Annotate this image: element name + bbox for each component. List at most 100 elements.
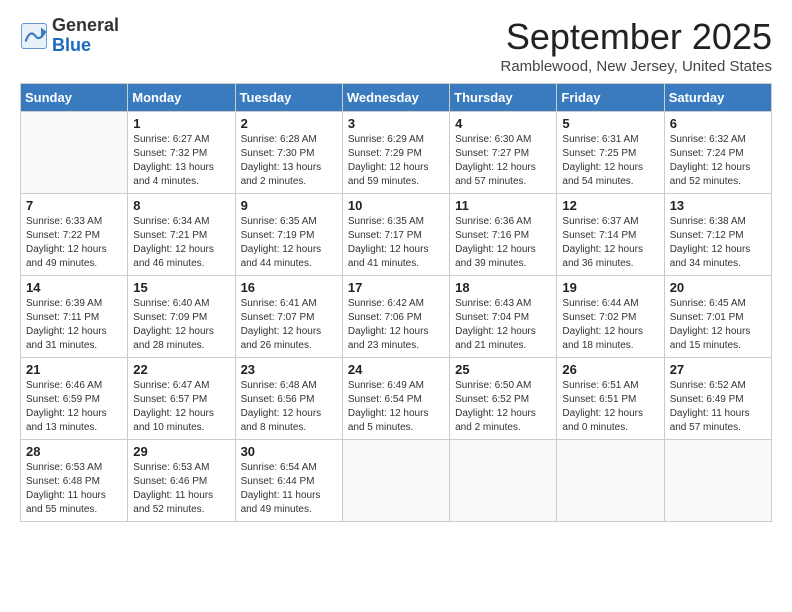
day-number: 30 <box>241 444 337 459</box>
day-info: Sunrise: 6:46 AM Sunset: 6:59 PM Dayligh… <box>26 379 122 435</box>
calendar-cell: 5 Sunrise: 6:31 AM Sunset: 7:25 PM Daylig… <box>557 112 664 194</box>
calendar-cell: 17 Sunrise: 6:42 AM Sunset: 7:06 PM Dayli… <box>342 276 449 358</box>
calendar-week-row: 21Sunrise: 6:46 AM Sunset: 6:59 PM Dayli… <box>21 358 772 440</box>
calendar-cell: 21Sunrise: 6:46 AM Sunset: 6:59 PM Dayli… <box>21 358 128 440</box>
day-info: Sunrise: 6:51 AM Sunset: 6:51 PM Dayligh… <box>562 379 658 435</box>
day-info: Sunrise: 6:44 AM Sunset: 7:02 PM Dayligh… <box>562 297 658 353</box>
calendar-cell: 12 Sunrise: 6:37 AM Sunset: 7:14 PM Dayli… <box>557 194 664 276</box>
weekday-header-row: SundayMondayTuesdayWednesdayThursdayFrid… <box>21 84 772 112</box>
day-info: Sunrise: 6:29 AM Sunset: 7:29 PM Dayligh… <box>348 133 444 189</box>
day-info: Sunrise: 6:35 AM Sunset: 7:17 PM Dayligh… <box>348 215 444 271</box>
calendar-cell: 14Sunrise: 6:39 AM Sunset: 7:11 PM Dayli… <box>21 276 128 358</box>
weekday-header-thursday: Thursday <box>450 84 557 112</box>
calendar-cell: 24 Sunrise: 6:49 AM Sunset: 6:54 PM Dayli… <box>342 358 449 440</box>
calendar-cell: 26 Sunrise: 6:51 AM Sunset: 6:51 PM Dayli… <box>557 358 664 440</box>
day-number: 25 <box>455 362 551 377</box>
day-info: Sunrise: 6:32 AM Sunset: 7:24 PM Dayligh… <box>670 133 766 189</box>
calendar-cell: 3 Sunrise: 6:29 AM Sunset: 7:29 PM Daylig… <box>342 112 449 194</box>
day-number: 5 <box>562 116 658 131</box>
day-number: 24 <box>348 362 444 377</box>
calendar-table: SundayMondayTuesdayWednesdayThursdayFrid… <box>20 83 772 522</box>
weekday-header-friday: Friday <box>557 84 664 112</box>
day-info: Sunrise: 6:30 AM Sunset: 7:27 PM Dayligh… <box>455 133 551 189</box>
calendar-cell: 20 Sunrise: 6:45 AM Sunset: 7:01 PM Dayli… <box>664 276 771 358</box>
calendar-cell: 13 Sunrise: 6:38 AM Sunset: 7:12 PM Dayli… <box>664 194 771 276</box>
day-number: 2 <box>241 116 337 131</box>
day-info: Sunrise: 6:37 AM Sunset: 7:14 PM Dayligh… <box>562 215 658 271</box>
day-number: 29 <box>133 444 229 459</box>
weekday-header-sunday: Sunday <box>21 84 128 112</box>
day-number: 14 <box>26 280 122 295</box>
day-number: 11 <box>455 198 551 213</box>
calendar-cell: 25 Sunrise: 6:50 AM Sunset: 6:52 PM Dayli… <box>450 358 557 440</box>
calendar-week-row: 14Sunrise: 6:39 AM Sunset: 7:11 PM Dayli… <box>21 276 772 358</box>
day-number: 15 <box>133 280 229 295</box>
calendar-cell: 30 Sunrise: 6:54 AM Sunset: 6:44 PM Dayli… <box>235 440 342 522</box>
day-number: 16 <box>241 280 337 295</box>
day-info: Sunrise: 6:47 AM Sunset: 6:57 PM Dayligh… <box>133 379 229 435</box>
day-number: 10 <box>348 198 444 213</box>
calendar-week-row: 1Sunrise: 6:27 AM Sunset: 7:32 PM Daylig… <box>21 112 772 194</box>
calendar-cell: 11 Sunrise: 6:36 AM Sunset: 7:16 PM Dayli… <box>450 194 557 276</box>
calendar-cell: 10 Sunrise: 6:35 AM Sunset: 7:17 PM Dayli… <box>342 194 449 276</box>
day-info: Sunrise: 6:36 AM Sunset: 7:16 PM Dayligh… <box>455 215 551 271</box>
calendar-week-row: 7Sunrise: 6:33 AM Sunset: 7:22 PM Daylig… <box>21 194 772 276</box>
calendar-cell: 28 Sunrise: 6:53 AM Sunset: 6:48 PM Dayli… <box>21 440 128 522</box>
calendar-cell: 27 Sunrise: 6:52 AM Sunset: 6:49 PM Dayli… <box>664 358 771 440</box>
day-number: 13 <box>670 198 766 213</box>
day-number: 9 <box>241 198 337 213</box>
logo-text: General Blue <box>52 16 119 56</box>
calendar-cell: 8 Sunrise: 6:34 AM Sunset: 7:21 PM Daylig… <box>128 194 235 276</box>
header: General Blue September 2025 Ramblewood, … <box>20 16 772 75</box>
calendar-cell <box>664 440 771 522</box>
day-info: Sunrise: 6:28 AM Sunset: 7:30 PM Dayligh… <box>241 133 337 189</box>
day-info: Sunrise: 6:40 AM Sunset: 7:09 PM Dayligh… <box>133 297 229 353</box>
day-info: Sunrise: 6:41 AM Sunset: 7:07 PM Dayligh… <box>241 297 337 353</box>
day-number: 19 <box>562 280 658 295</box>
calendar-cell <box>342 440 449 522</box>
day-info: Sunrise: 6:43 AM Sunset: 7:04 PM Dayligh… <box>455 297 551 353</box>
day-number: 4 <box>455 116 551 131</box>
calendar-cell: 9 Sunrise: 6:35 AM Sunset: 7:19 PM Daylig… <box>235 194 342 276</box>
calendar-cell: 15 Sunrise: 6:40 AM Sunset: 7:09 PM Dayli… <box>128 276 235 358</box>
calendar-cell <box>557 440 664 522</box>
day-info: Sunrise: 6:53 AM Sunset: 6:48 PM Dayligh… <box>26 461 122 517</box>
day-info: Sunrise: 6:49 AM Sunset: 6:54 PM Dayligh… <box>348 379 444 435</box>
calendar-cell: 19 Sunrise: 6:44 AM Sunset: 7:02 PM Dayli… <box>557 276 664 358</box>
calendar-cell: 23 Sunrise: 6:48 AM Sunset: 6:56 PM Dayli… <box>235 358 342 440</box>
day-info: Sunrise: 6:31 AM Sunset: 7:25 PM Dayligh… <box>562 133 658 189</box>
day-number: 20 <box>670 280 766 295</box>
day-info: Sunrise: 6:35 AM Sunset: 7:19 PM Dayligh… <box>241 215 337 271</box>
weekday-header-tuesday: Tuesday <box>235 84 342 112</box>
calendar-cell: 2 Sunrise: 6:28 AM Sunset: 7:30 PM Daylig… <box>235 112 342 194</box>
calendar-cell: 29Sunrise: 6:53 AM Sunset: 6:46 PM Dayli… <box>128 440 235 522</box>
day-info: Sunrise: 6:34 AM Sunset: 7:21 PM Dayligh… <box>133 215 229 271</box>
day-number: 12 <box>562 198 658 213</box>
logo-icon <box>20 22 48 50</box>
calendar-cell: 7Sunrise: 6:33 AM Sunset: 7:22 PM Daylig… <box>21 194 128 276</box>
day-info: Sunrise: 6:33 AM Sunset: 7:22 PM Dayligh… <box>26 215 122 271</box>
day-number: 28 <box>26 444 122 459</box>
day-number: 26 <box>562 362 658 377</box>
day-info: Sunrise: 6:38 AM Sunset: 7:12 PM Dayligh… <box>670 215 766 271</box>
day-info: Sunrise: 6:45 AM Sunset: 7:01 PM Dayligh… <box>670 297 766 353</box>
day-number: 17 <box>348 280 444 295</box>
month-title: September 2025 <box>500 16 772 58</box>
day-info: Sunrise: 6:42 AM Sunset: 7:06 PM Dayligh… <box>348 297 444 353</box>
day-number: 23 <box>241 362 337 377</box>
day-info: Sunrise: 6:50 AM Sunset: 6:52 PM Dayligh… <box>455 379 551 435</box>
day-number: 22 <box>133 362 229 377</box>
day-number: 8 <box>133 198 229 213</box>
day-info: Sunrise: 6:48 AM Sunset: 6:56 PM Dayligh… <box>241 379 337 435</box>
logo: General Blue <box>20 16 119 56</box>
calendar-cell: 1Sunrise: 6:27 AM Sunset: 7:32 PM Daylig… <box>128 112 235 194</box>
calendar-cell <box>450 440 557 522</box>
day-number: 27 <box>670 362 766 377</box>
day-number: 6 <box>670 116 766 131</box>
day-info: Sunrise: 6:52 AM Sunset: 6:49 PM Dayligh… <box>670 379 766 435</box>
day-number: 3 <box>348 116 444 131</box>
day-info: Sunrise: 6:54 AM Sunset: 6:44 PM Dayligh… <box>241 461 337 517</box>
day-info: Sunrise: 6:27 AM Sunset: 7:32 PM Dayligh… <box>133 133 229 189</box>
calendar-cell: 4 Sunrise: 6:30 AM Sunset: 7:27 PM Daylig… <box>450 112 557 194</box>
calendar-cell <box>21 112 128 194</box>
